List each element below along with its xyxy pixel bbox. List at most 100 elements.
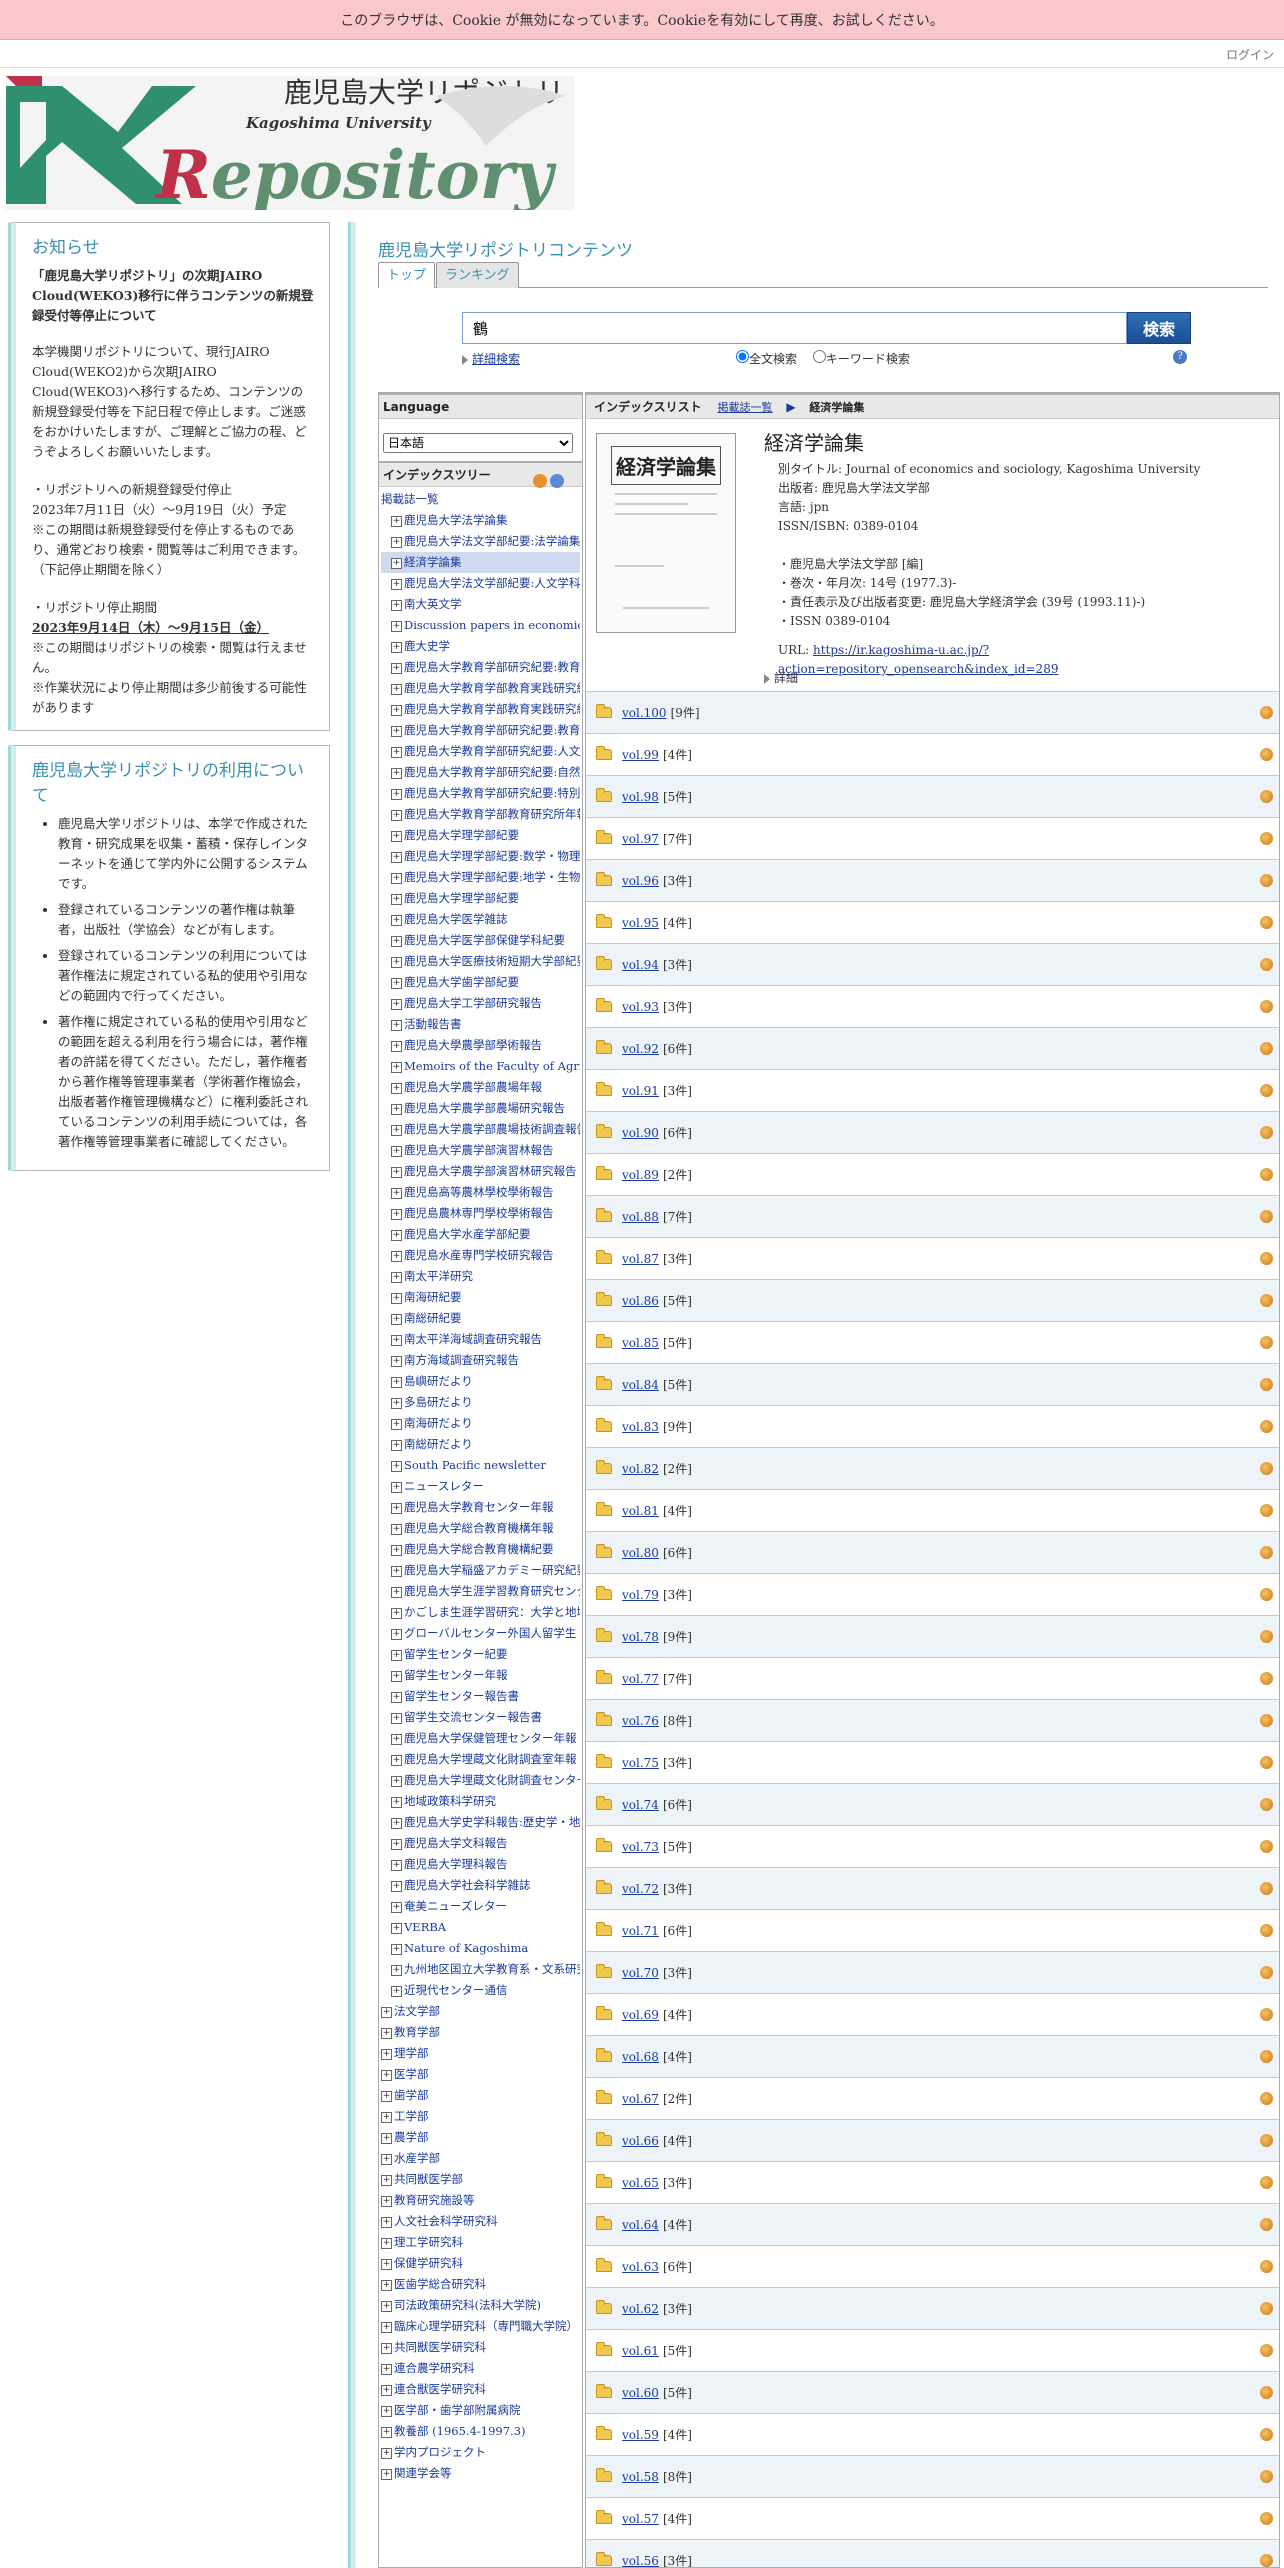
rss-icon[interactable]	[533, 473, 547, 488]
plus-icon[interactable]: +	[391, 956, 402, 968]
rss-icon[interactable]	[1260, 1042, 1273, 1055]
plus-icon[interactable]: +	[391, 1292, 402, 1304]
tree-item-journal[interactable]: +鹿児島大学教育学部研究紀要:教育科学編	[381, 657, 580, 678]
plus-icon[interactable]: +	[391, 1796, 402, 1808]
tree-item-journal[interactable]: + 南海研紀要	[381, 1287, 580, 1308]
plus-icon[interactable]: +	[391, 620, 402, 632]
tree-item-journal[interactable]: + 南方海域調査研究報告	[381, 1350, 580, 1371]
tree-item-journal[interactable]: + 鹿児島大学法学論集	[381, 510, 580, 531]
advanced-search[interactable]: 詳細検索	[462, 350, 520, 367]
detail-toggle[interactable]: 詳細	[764, 669, 798, 686]
tree-item-journal[interactable]: + 鹿児島大学農学部農場年報	[381, 1077, 580, 1098]
radio-fulltext[interactable]	[736, 350, 749, 363]
tree-item-journal[interactable]: + 留学生センター紀要	[381, 1644, 580, 1665]
rss-icon[interactable]	[1260, 2554, 1273, 2567]
tree-item-journal[interactable]: +Memoirs of the Faculty of Agriculture, …	[381, 1056, 580, 1077]
plus-icon[interactable]: +	[381, 2468, 392, 2480]
plus-icon[interactable]: +	[391, 1019, 402, 1031]
plus-icon[interactable]: +	[381, 2090, 392, 2102]
tree-item-journal[interactable]: + 鹿児島大学理学部紀要	[381, 825, 580, 846]
volume-link[interactable]: vol.73	[622, 1840, 659, 1854]
tree-item-journal[interactable]: + 南太平洋海域調査研究報告	[381, 1329, 580, 1350]
site-logo[interactable]: 鹿児島大学リポジトリ Kagoshima University Reposito…	[6, 76, 574, 214]
volume-link[interactable]: vol.81	[622, 1504, 659, 1518]
journal-url-link[interactable]: https://ir.kagoshima-u.ac.jp/?action=rep…	[778, 643, 1058, 676]
plus-icon[interactable]: +	[391, 746, 402, 758]
tree-item-faculty[interactable]: + 農学部	[381, 2127, 580, 2148]
tree-item-faculty[interactable]: + 教育学部	[381, 2022, 580, 2043]
volume-link[interactable]: vol.92	[622, 1042, 659, 1056]
tree-item-journal[interactable]: + ニュースレター	[381, 1476, 580, 1497]
plus-icon[interactable]: +	[381, 2363, 392, 2375]
rss-icon[interactable]	[1260, 1504, 1273, 1517]
tree-item-journal[interactable]: + 鹿児島大学理学部紀要:地学・生物学	[381, 867, 580, 888]
plus-icon[interactable]: +	[391, 641, 402, 653]
rss-icon[interactable]	[1260, 1714, 1273, 1727]
plus-icon[interactable]: +	[391, 1229, 402, 1241]
rss-icon[interactable]	[1260, 2260, 1273, 2273]
plus-icon[interactable]: +	[391, 704, 402, 716]
plus-icon[interactable]: +	[381, 2069, 392, 2081]
plus-icon[interactable]: +	[391, 1712, 402, 1724]
rss-icon[interactable]	[1260, 2470, 1273, 2483]
rss-icon[interactable]	[1260, 1420, 1273, 1433]
rss-icon[interactable]	[1260, 2008, 1273, 2021]
rss-icon[interactable]	[1260, 2512, 1273, 2525]
plus-icon[interactable]: +	[391, 599, 402, 611]
tree-item-journal[interactable]: + 鹿児島大学農学部演習林研究報告	[381, 1161, 580, 1182]
advanced-search-link[interactable]: 詳細検索	[472, 352, 520, 366]
plus-icon[interactable]: +	[391, 767, 402, 779]
volume-link[interactable]: vol.88	[622, 1210, 659, 1224]
language-select[interactable]: 日本語	[383, 433, 573, 453]
plus-icon[interactable]: +	[391, 893, 402, 905]
rss-icon[interactable]	[1260, 2176, 1273, 2189]
tree-item-faculty[interactable]: + 教育研究施設等	[381, 2190, 580, 2211]
tree-item-faculty[interactable]: + 水産学部	[381, 2148, 580, 2169]
tree-item-journal[interactable]: + 留学生センター年報	[381, 1665, 580, 1686]
volume-link[interactable]: vol.87	[622, 1252, 659, 1266]
plus-icon[interactable]: +	[381, 2300, 392, 2312]
tree-item-faculty[interactable]: + 人文社会科学研究科	[381, 2211, 580, 2232]
volume-link[interactable]: vol.85	[622, 1336, 659, 1350]
volume-link[interactable]: vol.79	[622, 1588, 659, 1602]
plus-icon[interactable]: +	[381, 2279, 392, 2291]
help-icon[interactable]	[550, 473, 564, 488]
volume-link[interactable]: vol.57	[622, 2512, 659, 2526]
volume-link[interactable]: vol.66	[622, 2134, 659, 2148]
plus-icon[interactable]: +	[391, 1124, 402, 1136]
tree-item-journal[interactable]: + 鹿児島大学教育学部教育実践研究紀要	[381, 678, 580, 699]
tree-item-journal[interactable]: + 鹿児島大学歯学部紀要	[381, 972, 580, 993]
tree-item-journal[interactable]: + 活動報告書	[381, 1014, 580, 1035]
rss-icon[interactable]	[1260, 1966, 1273, 1979]
plus-icon[interactable]: +	[391, 1460, 402, 1472]
tree-item-faculty[interactable]: + 関連学会等	[381, 2463, 580, 2484]
tree-item-faculty[interactable]: + 医歯学総合研究科	[381, 2274, 580, 2295]
rss-icon[interactable]	[1260, 1210, 1273, 1223]
plus-icon[interactable]: +	[381, 2195, 392, 2207]
tree-item-journal[interactable]: + 鹿児島高等農林學校學術報告	[381, 1182, 580, 1203]
volume-link[interactable]: vol.80	[622, 1546, 659, 1560]
plus-icon[interactable]: +	[391, 1586, 402, 1598]
tree-item-faculty[interactable]: + 連合農学研究科	[381, 2358, 580, 2379]
tree-item-journal[interactable]: +鹿児島大学教育学部研究紀要:自然科学編	[381, 762, 580, 783]
tree-item-journal[interactable]: + 多島研だより	[381, 1392, 580, 1413]
plus-icon[interactable]: +	[391, 1880, 402, 1892]
tree-item-journal[interactable]: +九州地区国立大学教育系・文系研究論文集	[381, 1959, 580, 1980]
plus-icon[interactable]: +	[381, 2174, 392, 2186]
plus-icon[interactable]: +	[381, 2426, 392, 2438]
rss-icon[interactable]	[1260, 2050, 1273, 2063]
rss-icon[interactable]	[1260, 1588, 1273, 1601]
tree-item-journal[interactable]: +鹿児島大学法文学部紀要:人文学科論集	[381, 573, 580, 594]
plus-icon[interactable]: +	[381, 2342, 392, 2354]
volume-link[interactable]: vol.78	[622, 1630, 659, 1644]
rss-icon[interactable]	[1260, 2428, 1273, 2441]
tree-item-faculty[interactable]: + 連合獣医学研究科	[381, 2379, 580, 2400]
plus-icon[interactable]: +	[391, 1061, 402, 1073]
volume-link[interactable]: vol.91	[622, 1084, 659, 1098]
volume-link[interactable]: vol.94	[622, 958, 659, 972]
plus-icon[interactable]: +	[391, 998, 402, 1010]
tree-item-journal[interactable]: + 鹿児島大學農學部學術報告	[381, 1035, 580, 1056]
rss-icon[interactable]	[1260, 2092, 1273, 2105]
plus-icon[interactable]: +	[391, 1250, 402, 1262]
tree-item-journal[interactable]: +鹿児島大学教育学部研究紀要:人文・社会科学編	[381, 741, 580, 762]
